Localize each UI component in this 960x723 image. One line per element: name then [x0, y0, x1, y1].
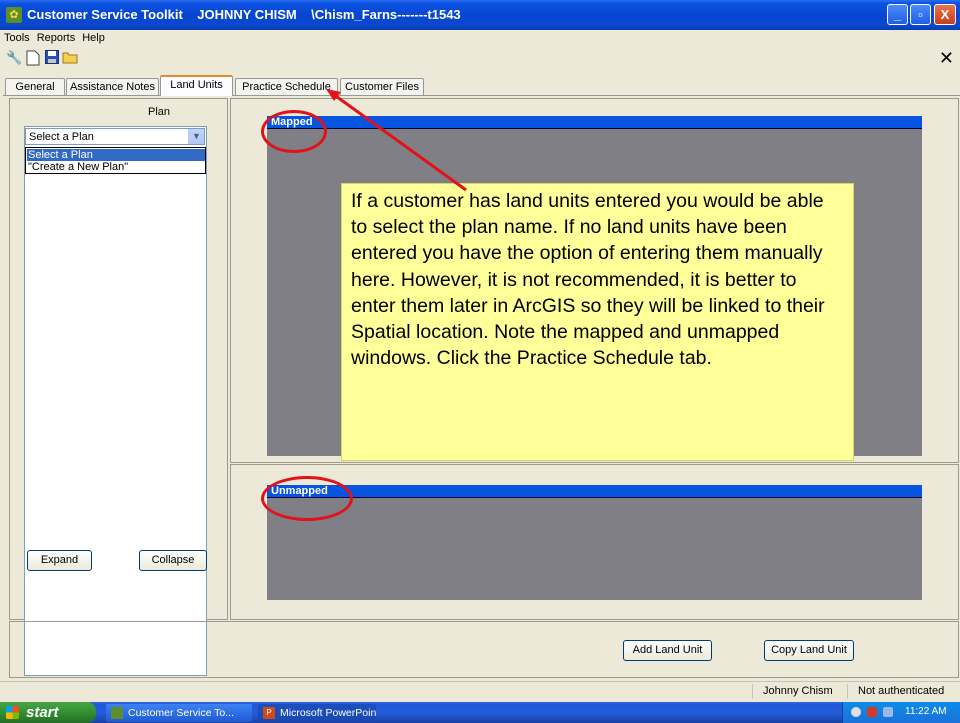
network-icon[interactable]: [851, 707, 861, 717]
annotation-circle: [261, 476, 353, 521]
taskbar-item-customer-service[interactable]: Customer Service To...: [106, 704, 252, 722]
start-button[interactable]: start: [0, 702, 96, 723]
system-tray: 11:22 AM: [842, 702, 960, 723]
windows-logo-icon: [6, 706, 19, 719]
tab-land-units[interactable]: Land Units: [160, 75, 233, 96]
security-icon[interactable]: [867, 707, 877, 717]
taskbar: start Customer Service To... P Microsoft…: [0, 702, 960, 723]
taskbar-item-label: Customer Service To...: [128, 707, 235, 719]
annotation-circle: [261, 110, 327, 153]
taskbar-item-label: Microsoft PowerPoint ...: [280, 707, 376, 719]
app-icon: [111, 707, 123, 719]
status-bar: Johnny Chism Not authenticated: [0, 681, 960, 701]
annotation-arrow: [326, 89, 467, 192]
volume-icon[interactable]: [883, 707, 893, 717]
status-user: Johnny Chism: [752, 684, 846, 699]
taskbar-item-powerpoint[interactable]: P Microsoft PowerPoint ...: [258, 704, 376, 722]
start-label: start: [26, 704, 59, 721]
add-land-unit-button[interactable]: Add Land Unit: [623, 640, 712, 661]
clock: 11:22 AM: [905, 706, 947, 717]
copy-land-unit-button[interactable]: Copy Land Unit: [764, 640, 854, 661]
status-auth: Not authenticated: [847, 684, 958, 699]
powerpoint-icon: P: [263, 707, 275, 719]
